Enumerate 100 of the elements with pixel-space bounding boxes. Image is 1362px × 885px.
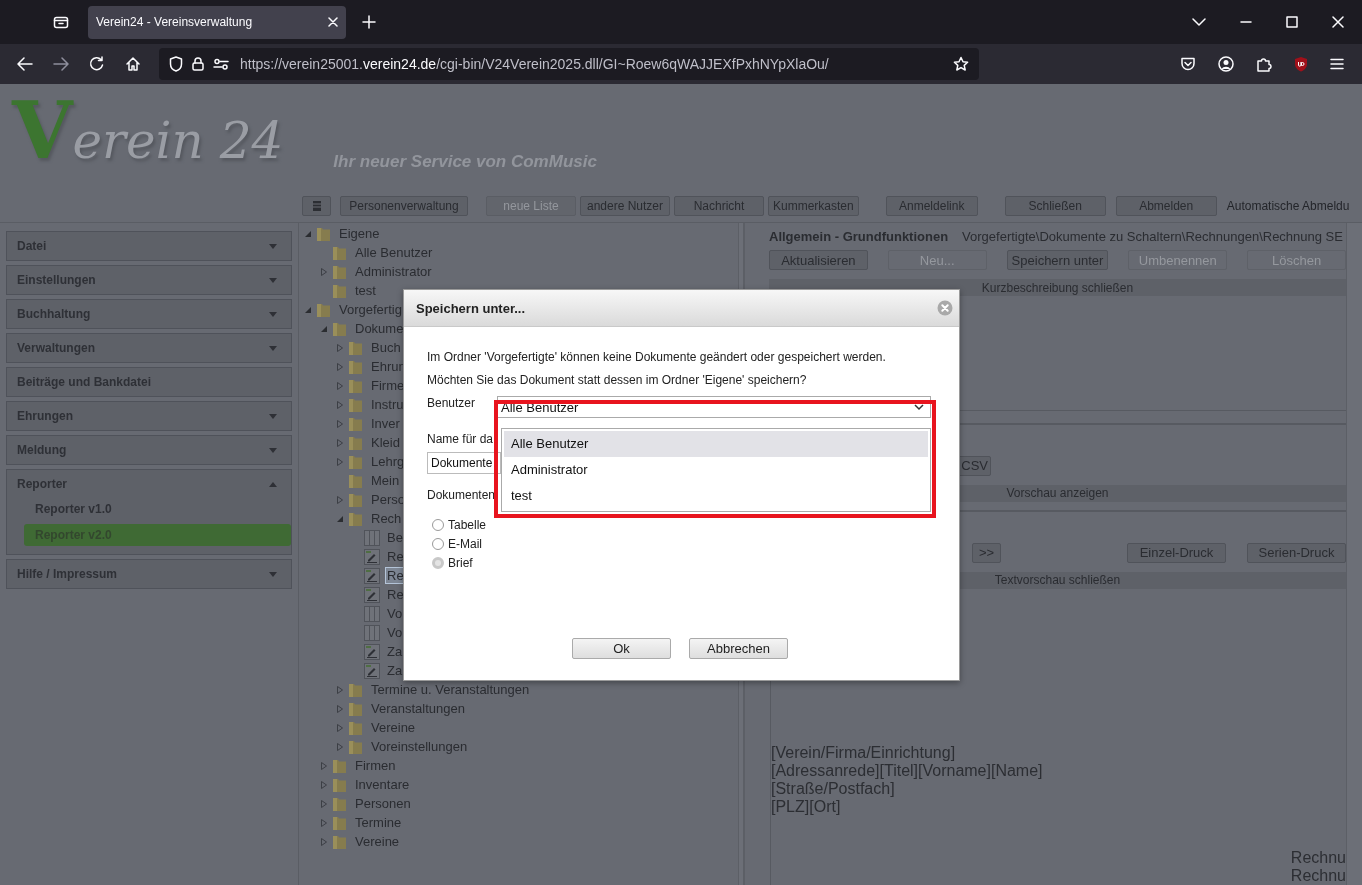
back-arrow-icon[interactable] xyxy=(17,57,33,71)
tree-item[interactable]: Inventare xyxy=(354,777,411,792)
tree-item[interactable]: Re xyxy=(386,587,405,602)
address-line: [Verein/Firma/Einrichtung] xyxy=(771,744,957,762)
lock-icon[interactable] xyxy=(192,57,204,71)
tree-item[interactable]: Instru xyxy=(370,397,405,412)
action-button[interactable]: Aktualisieren xyxy=(769,250,868,270)
tree-item[interactable]: Rech xyxy=(370,511,403,526)
tree-item[interactable]: Lehrg xyxy=(370,454,406,469)
tree-item[interactable]: Za xyxy=(386,663,404,678)
expand-triangle-icon[interactable] xyxy=(320,780,328,789)
tree-item[interactable]: Vo xyxy=(386,606,404,621)
permissions-icon[interactable] xyxy=(213,58,229,70)
list-icon xyxy=(312,201,321,211)
tree-item[interactable]: Firme xyxy=(370,378,406,393)
tree-item[interactable]: test xyxy=(354,283,377,298)
expand-triangle-icon[interactable] xyxy=(336,419,344,428)
dropdown-option[interactable]: Administrator xyxy=(504,457,928,483)
expand-triangle-icon[interactable] xyxy=(336,343,344,352)
collapse-triangle-icon[interactable] xyxy=(336,514,344,523)
expand-triangle-icon[interactable] xyxy=(336,685,344,694)
toolbar-button[interactable]: Kummerkasten xyxy=(768,196,859,216)
reload-icon[interactable] xyxy=(89,56,105,72)
tab-list-icon[interactable] xyxy=(53,14,69,30)
expand-triangle-icon[interactable] xyxy=(320,837,328,846)
tree-item[interactable]: Re xyxy=(386,549,405,564)
expand-triangle-icon[interactable] xyxy=(336,362,344,371)
maximize-icon[interactable] xyxy=(1286,16,1298,28)
dialog-button[interactable]: Ok xyxy=(572,638,671,659)
tree-item[interactable]: Termine u. Veranstaltungen xyxy=(370,682,531,697)
home-icon[interactable] xyxy=(125,56,141,72)
tree-item[interactable]: Vereine xyxy=(354,834,401,849)
dialog-button[interactable]: Abbrechen xyxy=(689,638,788,659)
toolbar-button[interactable]: Personenverwaltung xyxy=(340,196,468,216)
folder-icon xyxy=(348,453,364,470)
dropdown-option[interactable]: Alle Benutzer xyxy=(504,431,928,457)
account-icon[interactable] xyxy=(1218,56,1234,72)
menu-icon[interactable] xyxy=(1330,58,1344,70)
message-text: Im Ordner 'Vorgefertigte' können keine Dokumente geändert oder gespeichert werden. xyxy=(427,349,887,366)
table-icon xyxy=(364,605,380,622)
tree-item[interactable]: Eigene xyxy=(338,226,381,241)
action-button[interactable]: Speichern unter xyxy=(1006,250,1109,270)
tree-item[interactable]: Za xyxy=(386,644,404,659)
tree-item[interactable]: Inver xyxy=(370,416,401,431)
close-icon[interactable] xyxy=(1332,16,1344,28)
tree-item[interactable]: Buch xyxy=(370,340,402,355)
shield-logo-icon[interactable] xyxy=(1294,56,1308,72)
tree-item[interactable]: Termine xyxy=(354,815,403,830)
tree-item[interactable]: Administrator xyxy=(354,264,433,279)
star-icon[interactable] xyxy=(953,56,969,72)
chevron-down-icon[interactable] xyxy=(1192,17,1206,27)
toolbar-button[interactable]: Nachricht xyxy=(674,196,764,216)
browser-tab[interactable]: Verein24 - Vereinsverwaltung xyxy=(88,5,346,39)
close-icon[interactable] xyxy=(328,17,338,27)
expand-triangle-icon[interactable] xyxy=(320,267,328,276)
expand-triangle-icon[interactable] xyxy=(336,742,344,751)
expand-triangle-icon[interactable] xyxy=(336,495,344,504)
expand-triangle-icon[interactable] xyxy=(336,381,344,390)
radio-button[interactable] xyxy=(432,537,444,550)
document-icon xyxy=(364,586,380,603)
print-button[interactable]: Serien-Druck xyxy=(1247,542,1346,563)
tree-item[interactable]: Alle Benutzer xyxy=(354,245,434,260)
tab-title: Verein24 - Vereinsverwaltung xyxy=(96,15,254,29)
tree-item[interactable]: Re xyxy=(386,568,405,583)
expand-triangle-icon[interactable] xyxy=(336,438,344,447)
shield-icon[interactable] xyxy=(169,56,183,72)
pocket-icon[interactable] xyxy=(1180,56,1196,72)
expand-triangle-icon[interactable] xyxy=(336,400,344,409)
expand-triangle-icon[interactable] xyxy=(336,457,344,466)
radio-button[interactable] xyxy=(432,556,444,569)
expand-triangle-icon[interactable] xyxy=(336,704,344,713)
print-button[interactable]: Einzel-Druck xyxy=(1127,542,1226,563)
document-path: Vorgefertigte\Dokumente zu Schaltern\Rechnungen\Rechnung SE xyxy=(962,229,1343,244)
sidebar-toggle-button[interactable] xyxy=(302,196,331,216)
expand-triangle-icon[interactable] xyxy=(336,723,344,732)
tree-item[interactable]: Firmen xyxy=(354,758,397,773)
tree-item[interactable]: Personen xyxy=(354,796,412,811)
tree-item[interactable]: Dokume xyxy=(354,321,405,336)
tree-item[interactable]: Veranstaltungen xyxy=(370,701,466,716)
tree-item[interactable]: Kleid xyxy=(370,435,401,450)
plus-icon[interactable] xyxy=(362,15,376,29)
tree-item[interactable]: Vorgefertig xyxy=(338,302,403,317)
collapse-triangle-icon[interactable] xyxy=(304,229,312,238)
tree-item[interactable]: Vereine xyxy=(370,720,417,735)
expand-triangle-icon[interactable] xyxy=(320,761,328,770)
address-bar[interactable]: https://verein25001.verein24.de/cgi-bin/V24Verein2025.dll/GI~Roew6qWAJJEXfPxhNYpXlaOu/ xyxy=(159,48,979,80)
section-title: Allgemein - Grundfunktionen xyxy=(769,229,949,244)
puzzle-icon[interactable] xyxy=(1256,56,1272,72)
tree-item[interactable]: Vo xyxy=(386,625,404,640)
name-input[interactable]: Dokumente xyxy=(427,452,501,474)
collapse-triangle-icon[interactable] xyxy=(320,324,328,333)
collapse-triangle-icon[interactable] xyxy=(304,305,312,314)
next-button[interactable]: >> xyxy=(972,542,1001,563)
tree-item[interactable]: Voreinstellungen xyxy=(370,739,469,754)
radio-button[interactable] xyxy=(432,518,444,531)
toolbar-button[interactable]: Schließen xyxy=(1004,196,1106,216)
expand-triangle-icon[interactable] xyxy=(320,818,328,827)
tree-item[interactable]: Be xyxy=(386,530,404,545)
expand-triangle-icon[interactable] xyxy=(320,799,328,808)
tree-item[interactable]: Mein xyxy=(370,473,401,488)
